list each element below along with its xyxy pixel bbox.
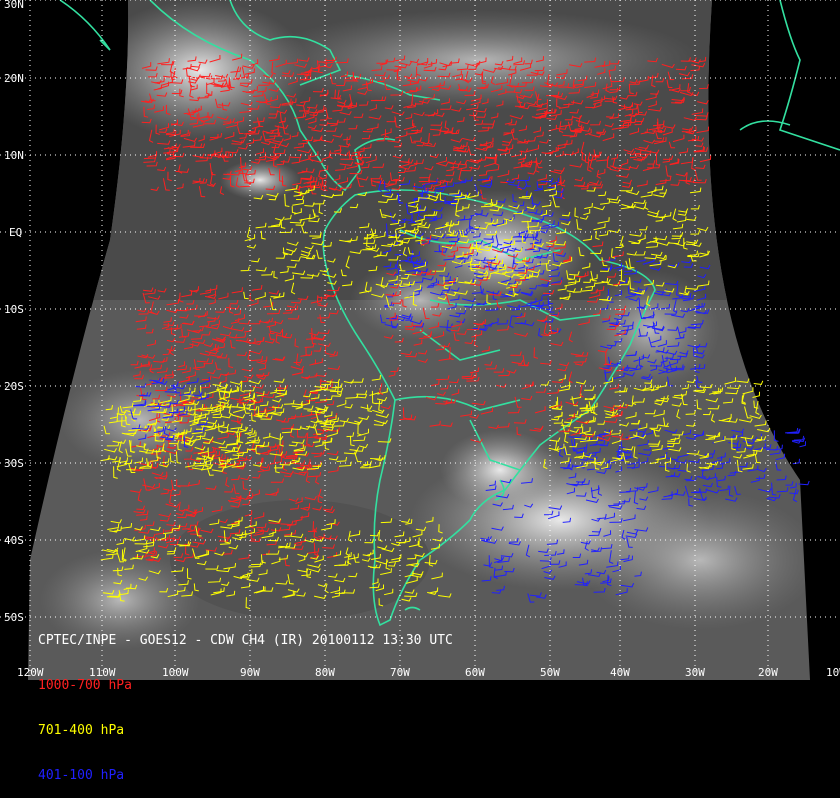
lat-label: 20S <box>4 380 24 393</box>
lat-label: 10N <box>4 149 24 162</box>
lon-label: 10W <box>826 666 840 679</box>
lat-label: 30S <box>4 457 24 470</box>
lon-label: 30W <box>685 666 705 679</box>
lat-label: 30N <box>4 0 24 11</box>
lon-label: 40W <box>610 666 630 679</box>
lon-label: 20W <box>758 666 778 679</box>
lat-label: 40S <box>4 534 24 547</box>
wind-map: 30N 20N 10N EQ 10S 20S 30S 40S 50S 120W … <box>0 0 840 680</box>
lon-label: 60W <box>465 666 485 679</box>
lat-label: 20N <box>4 72 24 85</box>
lat-label: EQ <box>9 226 22 239</box>
lat-label: 50S <box>4 611 24 624</box>
legend: CPTEC/INPE - GOES12 - CDW CH4 (IR) 20100… <box>38 603 453 798</box>
lat-label: 10S <box>4 303 24 316</box>
legend-item-mid-level: 701-400 hPa <box>38 723 125 738</box>
legend-item-low-level: 1000-700 hPa <box>38 678 132 693</box>
legend-item-high-level: 401-100 hPa <box>38 768 125 783</box>
map-title: CPTEC/INPE - GOES12 - CDW CH4 (IR) 20100… <box>38 633 453 648</box>
lon-label: 50W <box>540 666 560 679</box>
